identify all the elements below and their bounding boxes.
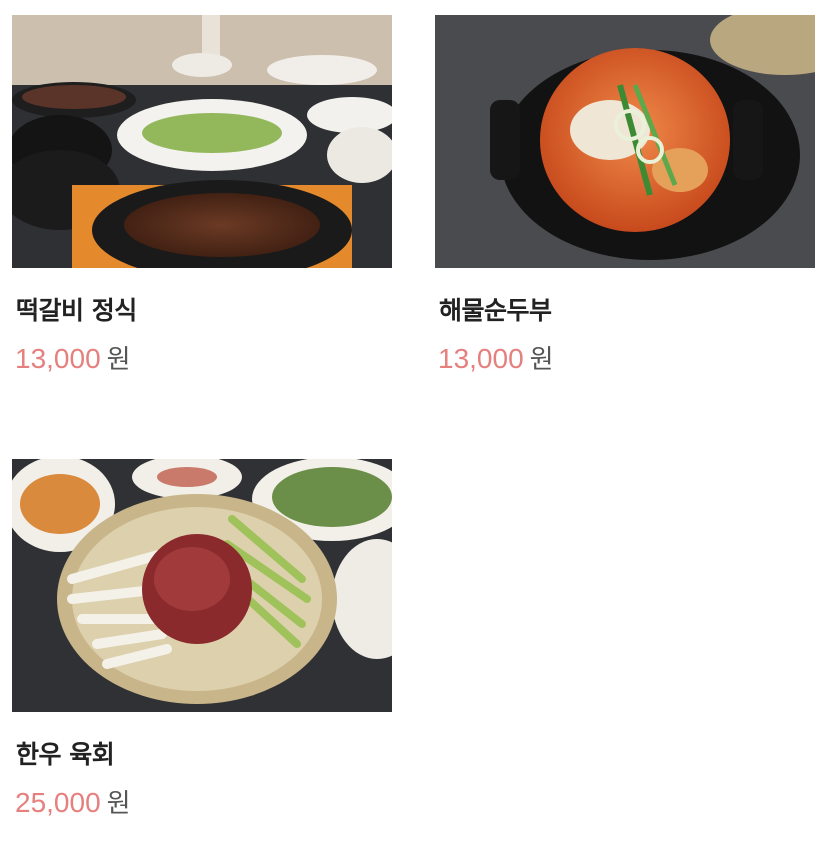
menu-item-price-row: 25,000 원 bbox=[15, 786, 392, 824]
menu-item-price-row: 13,000 원 bbox=[438, 342, 815, 380]
menu-card[interactable]: 한우 육회 25,000 원 bbox=[12, 459, 392, 824]
hanwoo-yukhoe-image bbox=[12, 459, 392, 712]
menu-item-photo[interactable] bbox=[12, 15, 392, 268]
menu-item-price: 13,000 bbox=[438, 343, 524, 374]
currency-label: 원 bbox=[106, 789, 131, 819]
seafood-soft-tofu-stew-image bbox=[435, 15, 815, 268]
menu-card[interactable]: 떡갈비 정식 13,000 원 bbox=[12, 15, 392, 380]
menu-item-photo[interactable] bbox=[12, 459, 392, 712]
currency-label: 원 bbox=[529, 345, 554, 375]
menu-item-name[interactable]: 해물순두부 bbox=[439, 294, 815, 328]
menu-item-name[interactable]: 한우 육회 bbox=[16, 738, 392, 772]
menu-item-photo[interactable] bbox=[435, 15, 815, 268]
menu-item-price: 25,000 bbox=[15, 787, 101, 818]
menu-item-price-row: 13,000 원 bbox=[15, 342, 392, 380]
menu-item-price: 13,000 bbox=[15, 343, 101, 374]
menu-item-name[interactable]: 떡갈비 정식 bbox=[16, 294, 392, 328]
tteokgalbi-image bbox=[12, 15, 392, 268]
menu-grid: 떡갈비 정식 13,000 원 해물순두부 13,000 원 한우 육회 25,… bbox=[0, 0, 830, 850]
menu-card[interactable]: 해물순두부 13,000 원 bbox=[435, 15, 815, 380]
currency-label: 원 bbox=[106, 345, 131, 375]
